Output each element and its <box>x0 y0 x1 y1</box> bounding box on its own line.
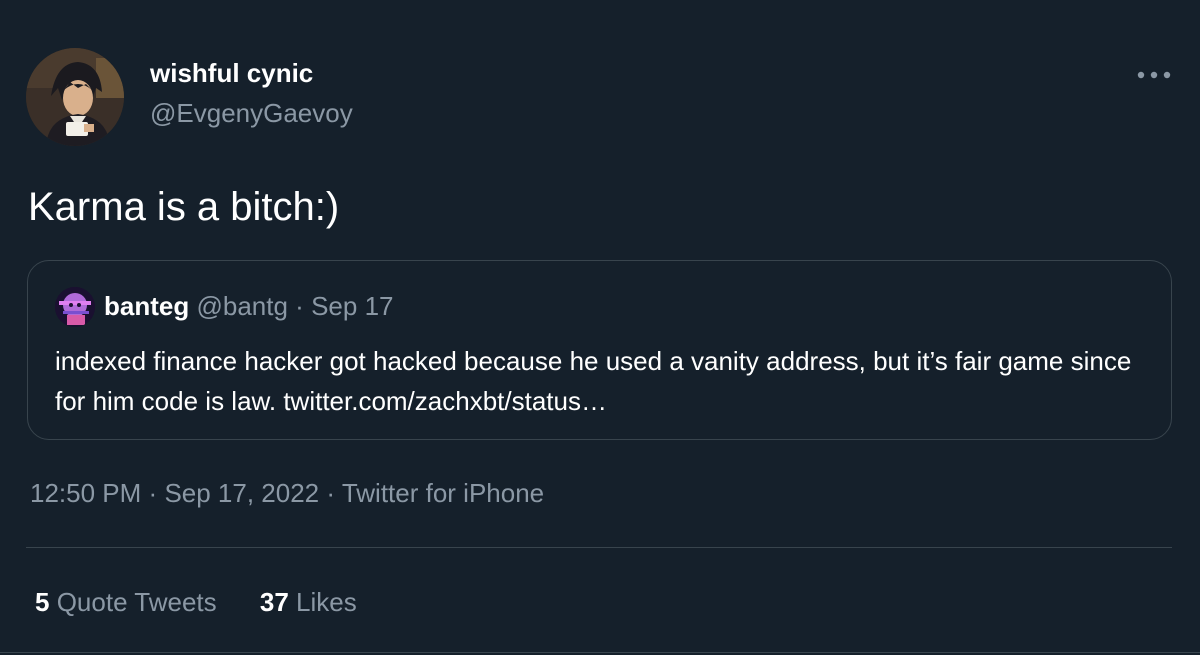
tweet-date[interactable]: Sep 17, 2022 <box>164 478 319 508</box>
quote-tweets-count: 5 <box>35 587 50 617</box>
quote-tweets-stat[interactable]: 5 Quote Tweets <box>35 587 224 617</box>
quote-tweets-label: Quote Tweets <box>56 587 217 617</box>
anime-character-avatar-icon <box>26 48 124 146</box>
quoted-header-separator: · <box>295 291 304 321</box>
quoted-tweet[interactable]: banteg @bantg · Sep 17 indexed finance h… <box>27 260 1172 440</box>
more-dots-icon <box>1137 71 1171 79</box>
tweet-stats: 5 Quote Tweets 37 Likes <box>35 587 393 618</box>
more-options-button[interactable] <box>1134 62 1174 88</box>
likes-label: Likes <box>296 587 357 617</box>
quoted-tweet-text: indexed finance hacker got hacked becaus… <box>55 346 1132 416</box>
quoted-tweet-header: banteg @bantg · Sep 17 <box>104 291 393 322</box>
likes-count: 37 <box>259 587 289 617</box>
meta-separator: · <box>148 478 158 508</box>
quoted-author-avatar[interactable] <box>55 287 95 327</box>
divider <box>26 547 1172 548</box>
quoted-tweet-date[interactable]: Sep 17 <box>311 291 393 321</box>
tweet-card: wishful cynic @EvgenyGaevoy Karma is a b… <box>0 0 1200 655</box>
tweet-source[interactable]: Twitter for iPhone <box>342 478 544 508</box>
author-display-name[interactable]: wishful cynic <box>150 58 313 89</box>
likes-stat[interactable]: 37 Likes <box>260 587 357 617</box>
bottom-divider <box>0 652 1200 653</box>
author-avatar[interactable] <box>26 48 124 146</box>
tweet-text: Karma is a bitch:) <box>28 185 340 229</box>
tweet-time[interactable]: 12:50 PM <box>30 478 141 508</box>
quoted-author-handle[interactable]: @bantg <box>196 291 287 321</box>
meta-separator: · <box>326 478 336 508</box>
author-handle[interactable]: @EvgenyGaevoy <box>150 98 353 129</box>
tweet-metadata: 12:50 PM · Sep 17, 2022 · Twitter for iP… <box>30 478 544 509</box>
purple-glitch-avatar-icon <box>55 287 95 327</box>
quoted-author-name[interactable]: banteg <box>104 291 189 321</box>
